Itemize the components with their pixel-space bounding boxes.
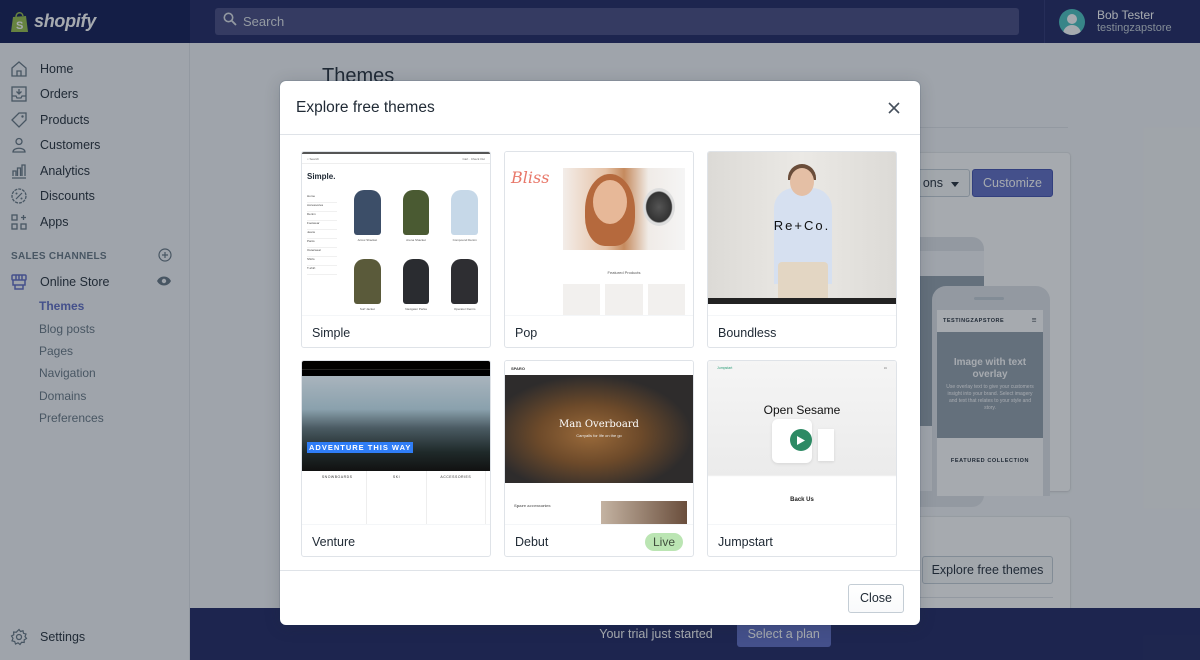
preview-logo: Open Sesame	[763, 403, 841, 417]
modal-body: ⌕ Search Cart · Check Out Simple. Home Acc…	[280, 135, 920, 570]
preview-category: SKI	[367, 471, 427, 524]
preview-caption: Featured Products	[607, 270, 641, 275]
theme-thumbnail: ADVENTURE THIS WAY SNOWBOARDS SKI ACCESS…	[302, 361, 490, 524]
play-icon	[790, 429, 812, 451]
preview-section: Back Us	[790, 497, 814, 503]
preview-brand: Jumpstart	[717, 366, 733, 370]
preview-brand: SPARO	[511, 365, 525, 371]
theme-card-jumpstart[interactable]: Jumpstart ▭ Open Sesame Back Us Jumpstart	[707, 360, 897, 557]
preview-logo: Re+Co.	[773, 218, 831, 233]
close-button[interactable]: Close	[848, 583, 904, 613]
close-icon[interactable]	[884, 98, 904, 118]
preview-logo: Bliss	[511, 168, 550, 187]
theme-thumbnail: SPARO Man Overboard Carryalls for life o…	[505, 361, 693, 524]
theme-card-venture[interactable]: ADVENTURE THIS WAY SNOWBOARDS SKI ACCESS…	[301, 360, 491, 557]
theme-card-simple[interactable]: ⌕ Search Cart · Check Out Simple. Home Acc…	[301, 151, 491, 348]
theme-card-debut[interactable]: SPARO Man Overboard Carryalls for life o…	[504, 360, 694, 557]
theme-card-boundless[interactable]: Re+Co. Boundless	[707, 151, 897, 348]
modal-header: Explore free themes	[280, 81, 920, 135]
live-badge: Live	[644, 532, 683, 551]
modal-footer: Close	[280, 570, 920, 625]
theme-name: Venture	[312, 534, 356, 549]
preview-subtitle: Carryalls for life on the go	[576, 433, 622, 438]
theme-name: Debut	[515, 534, 549, 549]
preview-category: SNOWBOARDS	[308, 471, 368, 524]
theme-name: Jumpstart	[718, 534, 773, 549]
theme-name: Pop	[515, 325, 538, 340]
theme-thumbnail: ⌕ Search Cart · Check Out Simple. Home Acc…	[302, 152, 490, 315]
preview-section: Spare accessories	[514, 503, 551, 508]
theme-name: Boundless	[718, 325, 777, 340]
preview-logo: Man Overboard	[559, 419, 639, 430]
theme-thumbnail: Jumpstart ▭ Open Sesame Back Us	[708, 361, 896, 524]
theme-name: Simple	[312, 325, 351, 340]
theme-thumbnail: Bliss Featured Products	[505, 152, 693, 315]
preview-logo: Simple.	[307, 172, 336, 181]
preview-category: ACCESSORIES	[427, 471, 486, 524]
preview-logo: ADVENTURE THIS WAY	[307, 442, 414, 453]
theme-thumbnail: Re+Co.	[708, 152, 896, 315]
explore-themes-modal: Explore free themes ⌕ Search Cart · Check…	[280, 81, 920, 625]
modal-title: Explore free themes	[296, 98, 435, 116]
theme-card-pop[interactable]: Bliss Featured Products Pop	[504, 151, 694, 348]
